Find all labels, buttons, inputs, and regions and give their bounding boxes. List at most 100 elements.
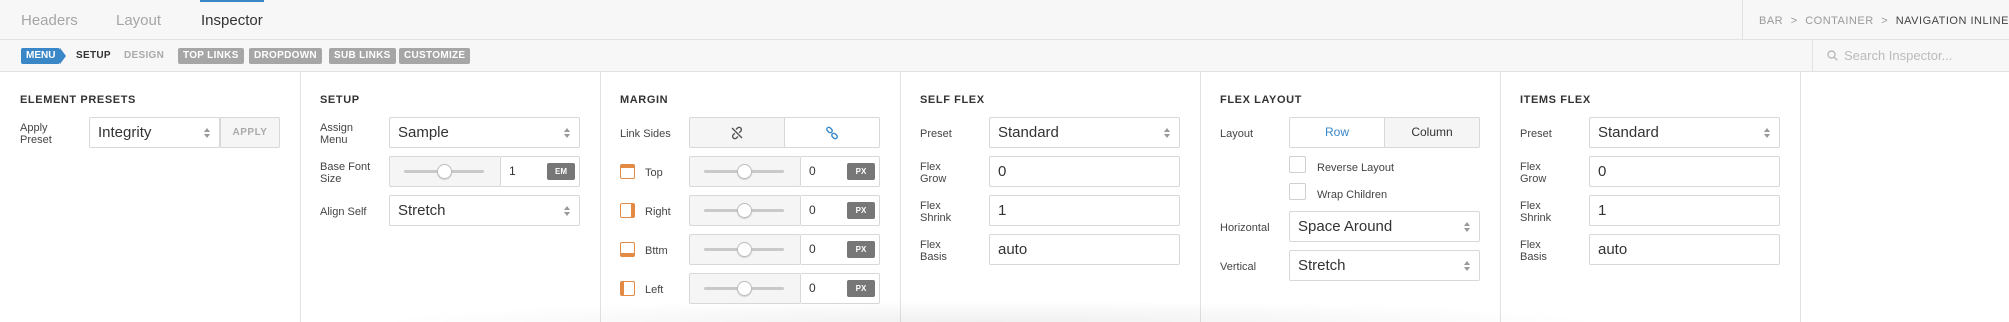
slider-knob[interactable] xyxy=(437,164,452,179)
horizontal-value: Space Around xyxy=(1298,218,1393,235)
margin-top-value: 0 xyxy=(809,164,816,178)
flex-shrink-label: Flex Shrink xyxy=(920,200,952,224)
align-self-label: Align Self xyxy=(320,206,367,218)
assign-menu-select[interactable]: Sample xyxy=(389,117,580,148)
margin-top-icon xyxy=(620,164,635,179)
panel-self-flex: SELF FLEX Preset Standard Flex Grow 0 Fl… xyxy=(901,72,1201,322)
unit-px-toggle[interactable]: PX xyxy=(847,163,875,180)
layout-row-button[interactable]: Row xyxy=(1289,117,1385,148)
canvas-shadow xyxy=(370,300,1610,322)
assign-menu-value: Sample xyxy=(398,124,449,141)
wrap-children-checkbox[interactable] xyxy=(1289,183,1306,200)
unit-px-toggle[interactable]: PX xyxy=(847,280,875,297)
breadcrumb-item-container[interactable]: CONTAINER xyxy=(1805,15,1873,27)
unit-px-toggle[interactable]: PX xyxy=(847,202,875,219)
panel-flex-layout: FLEX LAYOUT Layout Row Column Reverse La… xyxy=(1201,72,1501,322)
margin-bottom-icon xyxy=(620,242,635,257)
panel-title: ITEMS FLEX xyxy=(1520,94,1591,106)
items-flex-preset-select[interactable]: Standard xyxy=(1589,117,1780,148)
link-sides-label: Link Sides xyxy=(620,128,671,140)
panel-margin: MARGIN Link Sides Top 0 PX Right 0 PX Bttm… xyxy=(601,72,901,322)
items-flex-shrink-input[interactable]: 1 xyxy=(1589,195,1780,226)
link-sides-button[interactable] xyxy=(785,117,880,148)
vertical-select[interactable]: Stretch xyxy=(1289,250,1480,281)
search-inspector[interactable]: Search Inspector... xyxy=(1812,40,2009,71)
items-flex-grow-value: 0 xyxy=(1598,163,1607,180)
breadcrumb-item-current: NAVIGATION INLINE xyxy=(1895,15,2009,27)
margin-right-label: Right xyxy=(645,206,671,218)
items-flex-preset-value: Standard xyxy=(1598,124,1659,141)
base-font-value: 1 xyxy=(509,164,516,178)
margin-top-input[interactable]: 0 PX xyxy=(801,156,880,187)
self-flex-preset-select[interactable]: Standard xyxy=(989,117,1180,148)
assign-menu-label: Assign Menu xyxy=(320,122,354,146)
margin-left-value: 0 xyxy=(809,281,816,295)
layout-label: Layout xyxy=(1220,128,1254,140)
margin-right-icon xyxy=(620,203,635,218)
flex-shrink-value: 1 xyxy=(998,202,1007,219)
panel-title: MARGIN xyxy=(620,94,669,106)
margin-left-label: Left xyxy=(645,284,664,296)
horizontal-label: Horizontal xyxy=(1220,222,1270,234)
margin-bottom-input[interactable]: 0 PX xyxy=(801,234,880,265)
items-flex-grow-input[interactable]: 0 xyxy=(1589,156,1780,187)
horizontal-select[interactable]: Space Around xyxy=(1289,211,1480,242)
inspector-subnav: MENU SETUP DESIGN TOP LINKS DROPDOWN SUB… xyxy=(0,40,2009,72)
vertical-label: Vertical xyxy=(1220,261,1257,273)
panel-title: SELF FLEX xyxy=(920,94,985,106)
slider-knob[interactable] xyxy=(737,281,752,296)
apply-button[interactable]: APPLY xyxy=(220,117,280,148)
preset-select-value: Integrity xyxy=(98,124,152,141)
margin-right-slider[interactable] xyxy=(689,195,801,226)
tag-sub-links[interactable]: SUB LINKS xyxy=(329,48,396,64)
items-flex-preset-label: Preset xyxy=(1520,128,1552,140)
subnav-design[interactable]: DESIGN xyxy=(124,48,164,64)
breadcrumb-item-bar[interactable]: BAR xyxy=(1759,15,1783,27)
tag-top-links[interactable]: TOP LINKS xyxy=(178,48,244,64)
breadcrumb-separator: > xyxy=(1790,15,1798,27)
base-font-input[interactable]: 1 EM xyxy=(501,156,580,187)
items-flex-basis-label: Flex Basis xyxy=(1520,239,1547,263)
tab-layout[interactable]: Layout xyxy=(116,0,161,40)
breadcrumb: BAR > CONTAINER > NAVIGATION INLINE xyxy=(1742,0,2009,40)
margin-right-input[interactable]: 0 PX xyxy=(801,195,880,226)
flex-basis-value: auto xyxy=(998,241,1028,258)
align-self-value: Stretch xyxy=(398,202,446,219)
tag-customize[interactable]: CUSTOMIZE xyxy=(399,48,471,64)
panel-element-presets: ELEMENT PRESETS Apply Preset Integrity A… xyxy=(0,72,301,322)
search-placeholder: Search Inspector... xyxy=(1844,48,1953,63)
align-self-select[interactable]: Stretch xyxy=(389,195,580,226)
preset-select[interactable]: Integrity xyxy=(89,117,220,148)
unit-px-toggle[interactable]: PX xyxy=(847,241,875,258)
margin-top-slider[interactable] xyxy=(689,156,801,187)
margin-bottom-value: 0 xyxy=(809,242,816,256)
slider-knob[interactable] xyxy=(737,203,752,218)
items-flex-basis-input[interactable]: auto xyxy=(1589,234,1780,265)
unlink-sides-button[interactable] xyxy=(689,117,785,148)
base-font-slider[interactable] xyxy=(389,156,501,187)
reverse-layout-checkbox[interactable] xyxy=(1289,156,1306,173)
items-flex-grow-label: Flex Grow xyxy=(1520,161,1547,185)
margin-bottom-slider[interactable] xyxy=(689,234,801,265)
self-flex-preset-value: Standard xyxy=(998,124,1059,141)
flex-grow-input[interactable]: 0 xyxy=(989,156,1180,187)
flex-grow-label: Flex Grow xyxy=(920,161,947,185)
tag-dropdown[interactable]: DROPDOWN xyxy=(249,48,322,64)
menu-badge[interactable]: MENU xyxy=(21,48,67,64)
flex-shrink-input[interactable]: 1 xyxy=(989,195,1180,226)
items-flex-shrink-label: Flex Shrink xyxy=(1520,200,1552,224)
flex-basis-input[interactable]: auto xyxy=(989,234,1180,265)
items-flex-basis-value: auto xyxy=(1598,241,1628,258)
slider-knob[interactable] xyxy=(737,164,752,179)
panel-setup: SETUP Assign Menu Sample Base Font Size … xyxy=(301,72,601,322)
slider-knob[interactable] xyxy=(737,242,752,257)
unit-em-toggle[interactable]: EM xyxy=(547,163,575,180)
tab-inspector[interactable]: Inspector xyxy=(200,0,264,40)
layout-column-button[interactable]: Column xyxy=(1385,117,1480,148)
subnav-setup[interactable]: SETUP xyxy=(76,48,111,64)
panel-title: SETUP xyxy=(320,94,360,106)
flex-grow-value: 0 xyxy=(998,163,1007,180)
margin-right-value: 0 xyxy=(809,203,816,217)
wrap-children-label: Wrap Children xyxy=(1317,189,1388,201)
tab-headers[interactable]: Headers xyxy=(21,0,78,40)
